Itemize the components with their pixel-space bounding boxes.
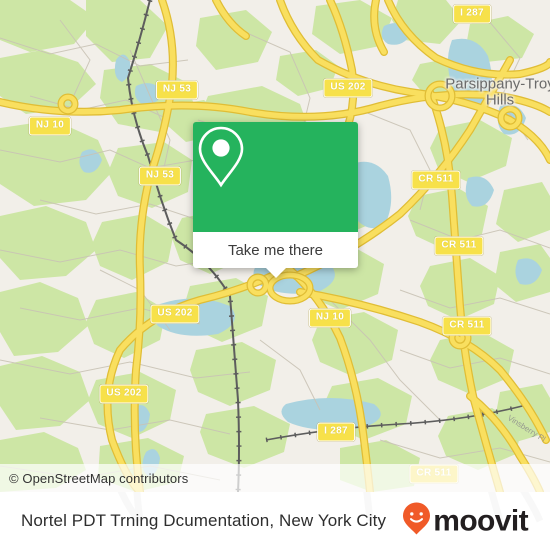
road-shield: NJ 10 [28, 116, 72, 136]
road-shield: CR 511 [411, 170, 461, 190]
popup-header [193, 122, 358, 232]
place-label: Parsippany-Troy Hills [445, 75, 550, 108]
road-shield: US 202 [150, 304, 200, 324]
road-shield: NJ 10 [308, 308, 352, 328]
road-shield: CR 511 [442, 316, 492, 336]
popup-tail [264, 267, 287, 278]
map-popup-card[interactable]: Take me there [193, 122, 358, 278]
road-shield: I 287 [453, 4, 491, 24]
road-shield: I 287 [317, 422, 355, 442]
road-shield: NJ 53 [138, 166, 182, 186]
map-attribution[interactable]: © OpenStreetMap contributors [0, 464, 550, 492]
moovit-pin-icon [401, 502, 432, 541]
road-shield: CR 511 [434, 236, 484, 256]
road-shield: US 202 [99, 384, 149, 404]
take-me-there-button[interactable]: Take me there [193, 232, 358, 278]
location-title: Nortel PDT Trning Dcumentation, New York… [21, 511, 387, 530]
road-shield: NJ 53 [155, 80, 199, 100]
moovit-wordmark: moovit [433, 504, 528, 537]
map-canvas[interactable]: NJ 53 US 202 I 287 NJ 10 NJ 53 CR 511 CR 511 US… [0, 0, 550, 492]
map-screenshot: NJ 53 US 202 I 287 NJ 10 NJ 53 CR 511 CR 511 US… [0, 0, 550, 550]
attribution-text: © OpenStreetMap contributors [9, 470, 189, 486]
road-shield: US 202 [323, 78, 373, 98]
moovit-logo[interactable]: moovit [401, 502, 529, 541]
footer-bar: Nortel PDT Trning Dcumentation, New York… [0, 492, 550, 550]
take-me-there-label: Take me there [227, 241, 324, 259]
